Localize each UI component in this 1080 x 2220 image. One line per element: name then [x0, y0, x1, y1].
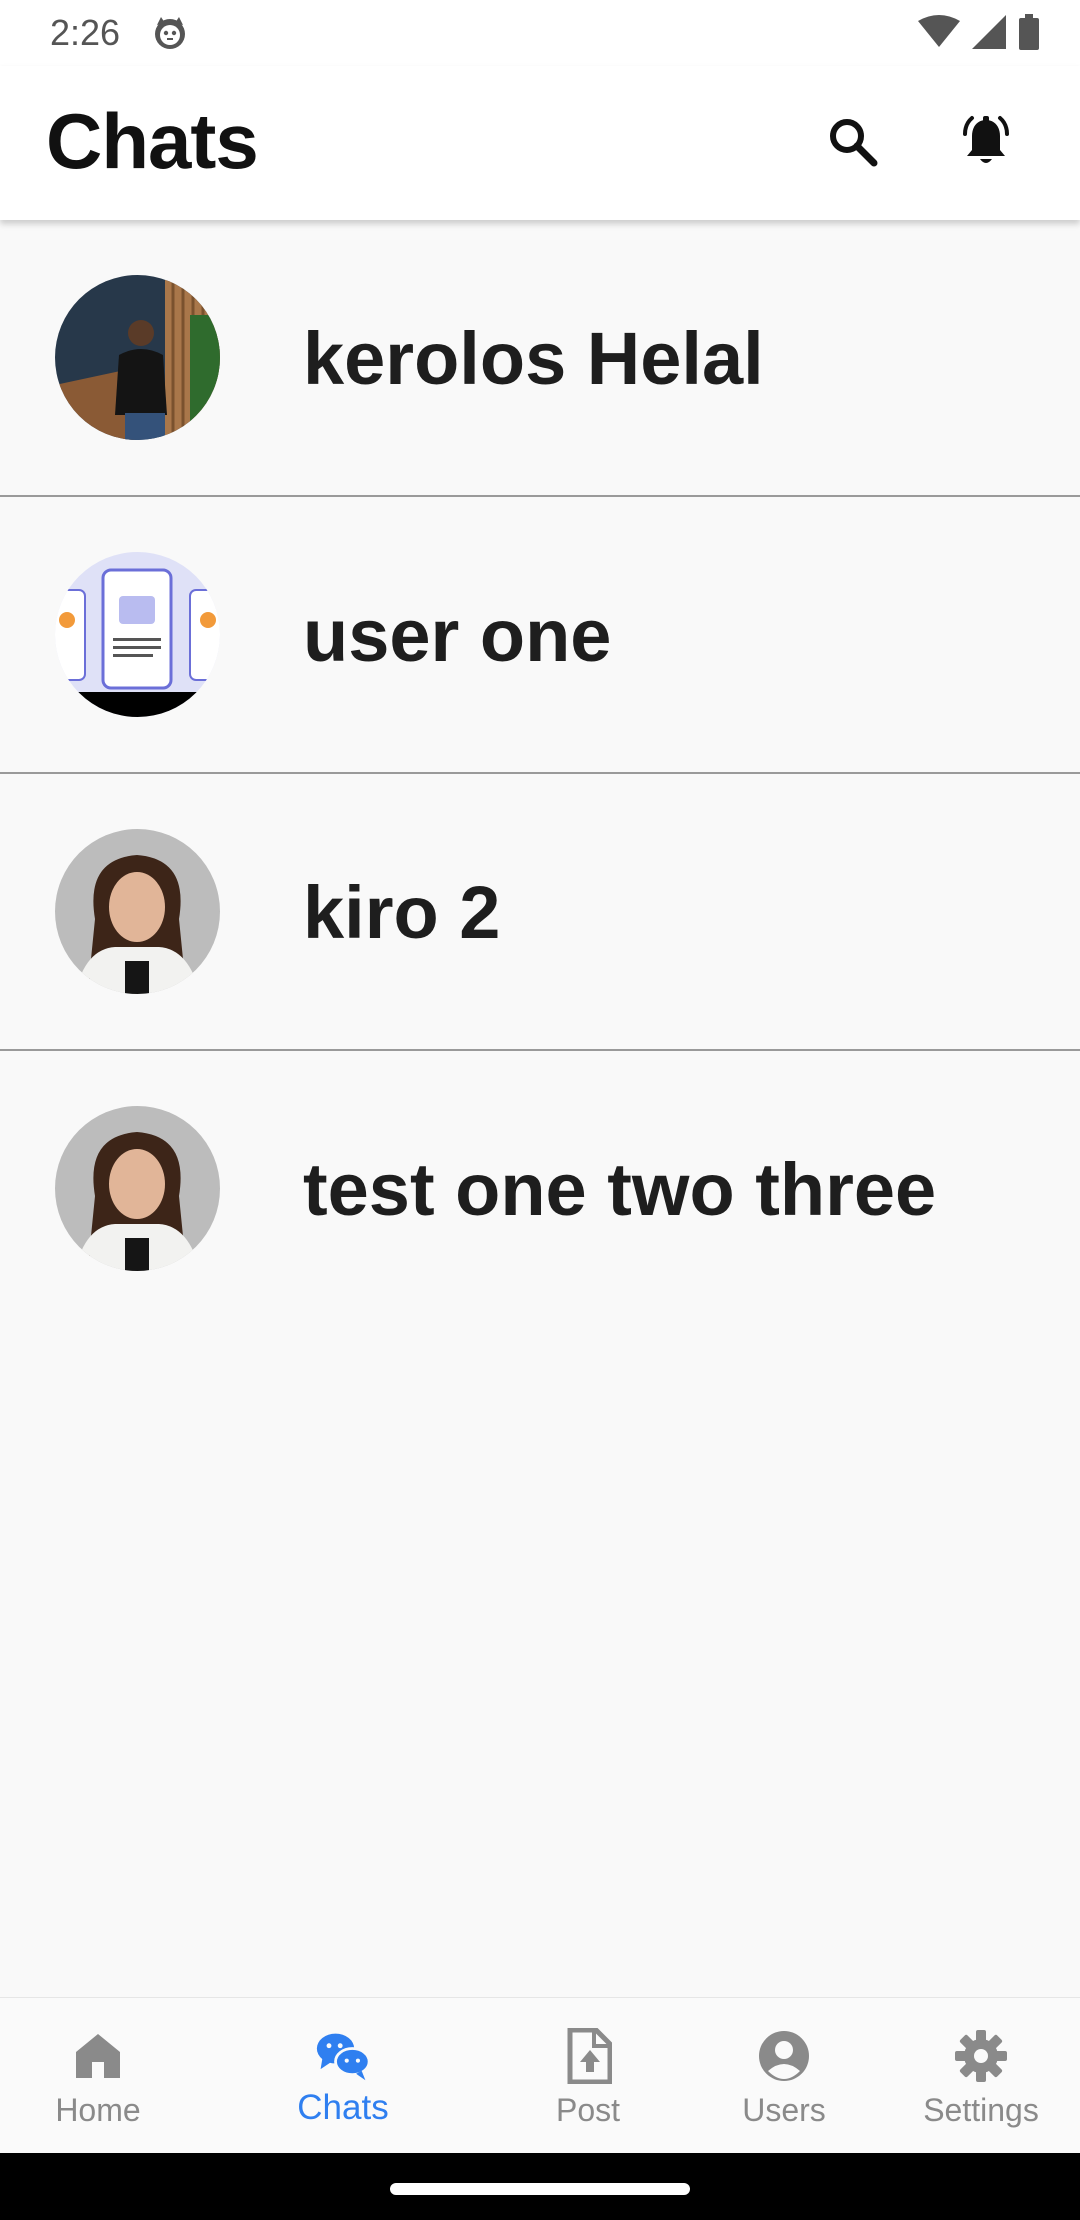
chat-list: kerolos Helal user one kiro 2 test one t… [0, 220, 1080, 1328]
nav-label: Settings [923, 2092, 1039, 2128]
chat-list-item[interactable]: kerolos Helal [0, 220, 1080, 497]
cat-notification-icon [152, 15, 188, 51]
chat-name: user one [303, 594, 612, 677]
chat-list-item[interactable]: kiro 2 [0, 774, 1080, 1051]
system-navigation-bar [0, 2153, 1080, 2220]
file-upload-icon [560, 2028, 616, 2084]
nav-item-home[interactable]: Home [0, 1998, 196, 2154]
nav-label: Chats [297, 2088, 389, 2127]
nav-label: Home [55, 2092, 141, 2128]
home-icon [70, 2028, 126, 2084]
bottom-nav: Home Chats Post Users Settings [0, 1997, 1080, 2154]
wifi-icon [918, 14, 960, 54]
status-time: 2:26 [50, 12, 121, 53]
battery-icon [1018, 13, 1040, 55]
chat-list-item[interactable]: user one [0, 497, 1080, 774]
home-gesture-handle[interactable] [390, 2183, 690, 2195]
notifications-button[interactable] [948, 106, 1024, 182]
signal-icon [972, 14, 1006, 54]
account-circle-icon [756, 2028, 812, 2084]
screen: 2:26 Chats kerolos Helal user one kiro 2… [0, 0, 1080, 2220]
avatar [55, 829, 220, 994]
search-button[interactable] [815, 106, 891, 182]
bell-ring-icon [956, 112, 1016, 177]
status-icons [918, 13, 1040, 55]
avatar [55, 275, 220, 440]
nav-item-users[interactable]: Users [686, 1998, 882, 2154]
page-title: Chats [46, 97, 259, 185]
nav-label: Post [555, 2092, 621, 2128]
nav-item-chats[interactable]: Chats [196, 1998, 490, 2154]
gear-icon [953, 2028, 1009, 2084]
chat-name: kiro 2 [303, 871, 501, 954]
avatar [55, 1106, 220, 1271]
app-bar: Chats [0, 66, 1080, 220]
chat-bubbles-icon [315, 2028, 371, 2084]
avatar [55, 552, 220, 717]
nav-item-settings[interactable]: Settings [882, 1998, 1080, 2154]
chat-name: kerolos Helal [303, 317, 764, 400]
chat-list-item[interactable]: test one two three [0, 1051, 1080, 1328]
search-icon [827, 116, 879, 173]
chat-name: test one two three [303, 1148, 937, 1231]
nav-item-post[interactable]: Post [490, 1998, 686, 2154]
nav-label: Users [742, 2092, 826, 2128]
status-bar: 2:26 [0, 0, 1080, 66]
